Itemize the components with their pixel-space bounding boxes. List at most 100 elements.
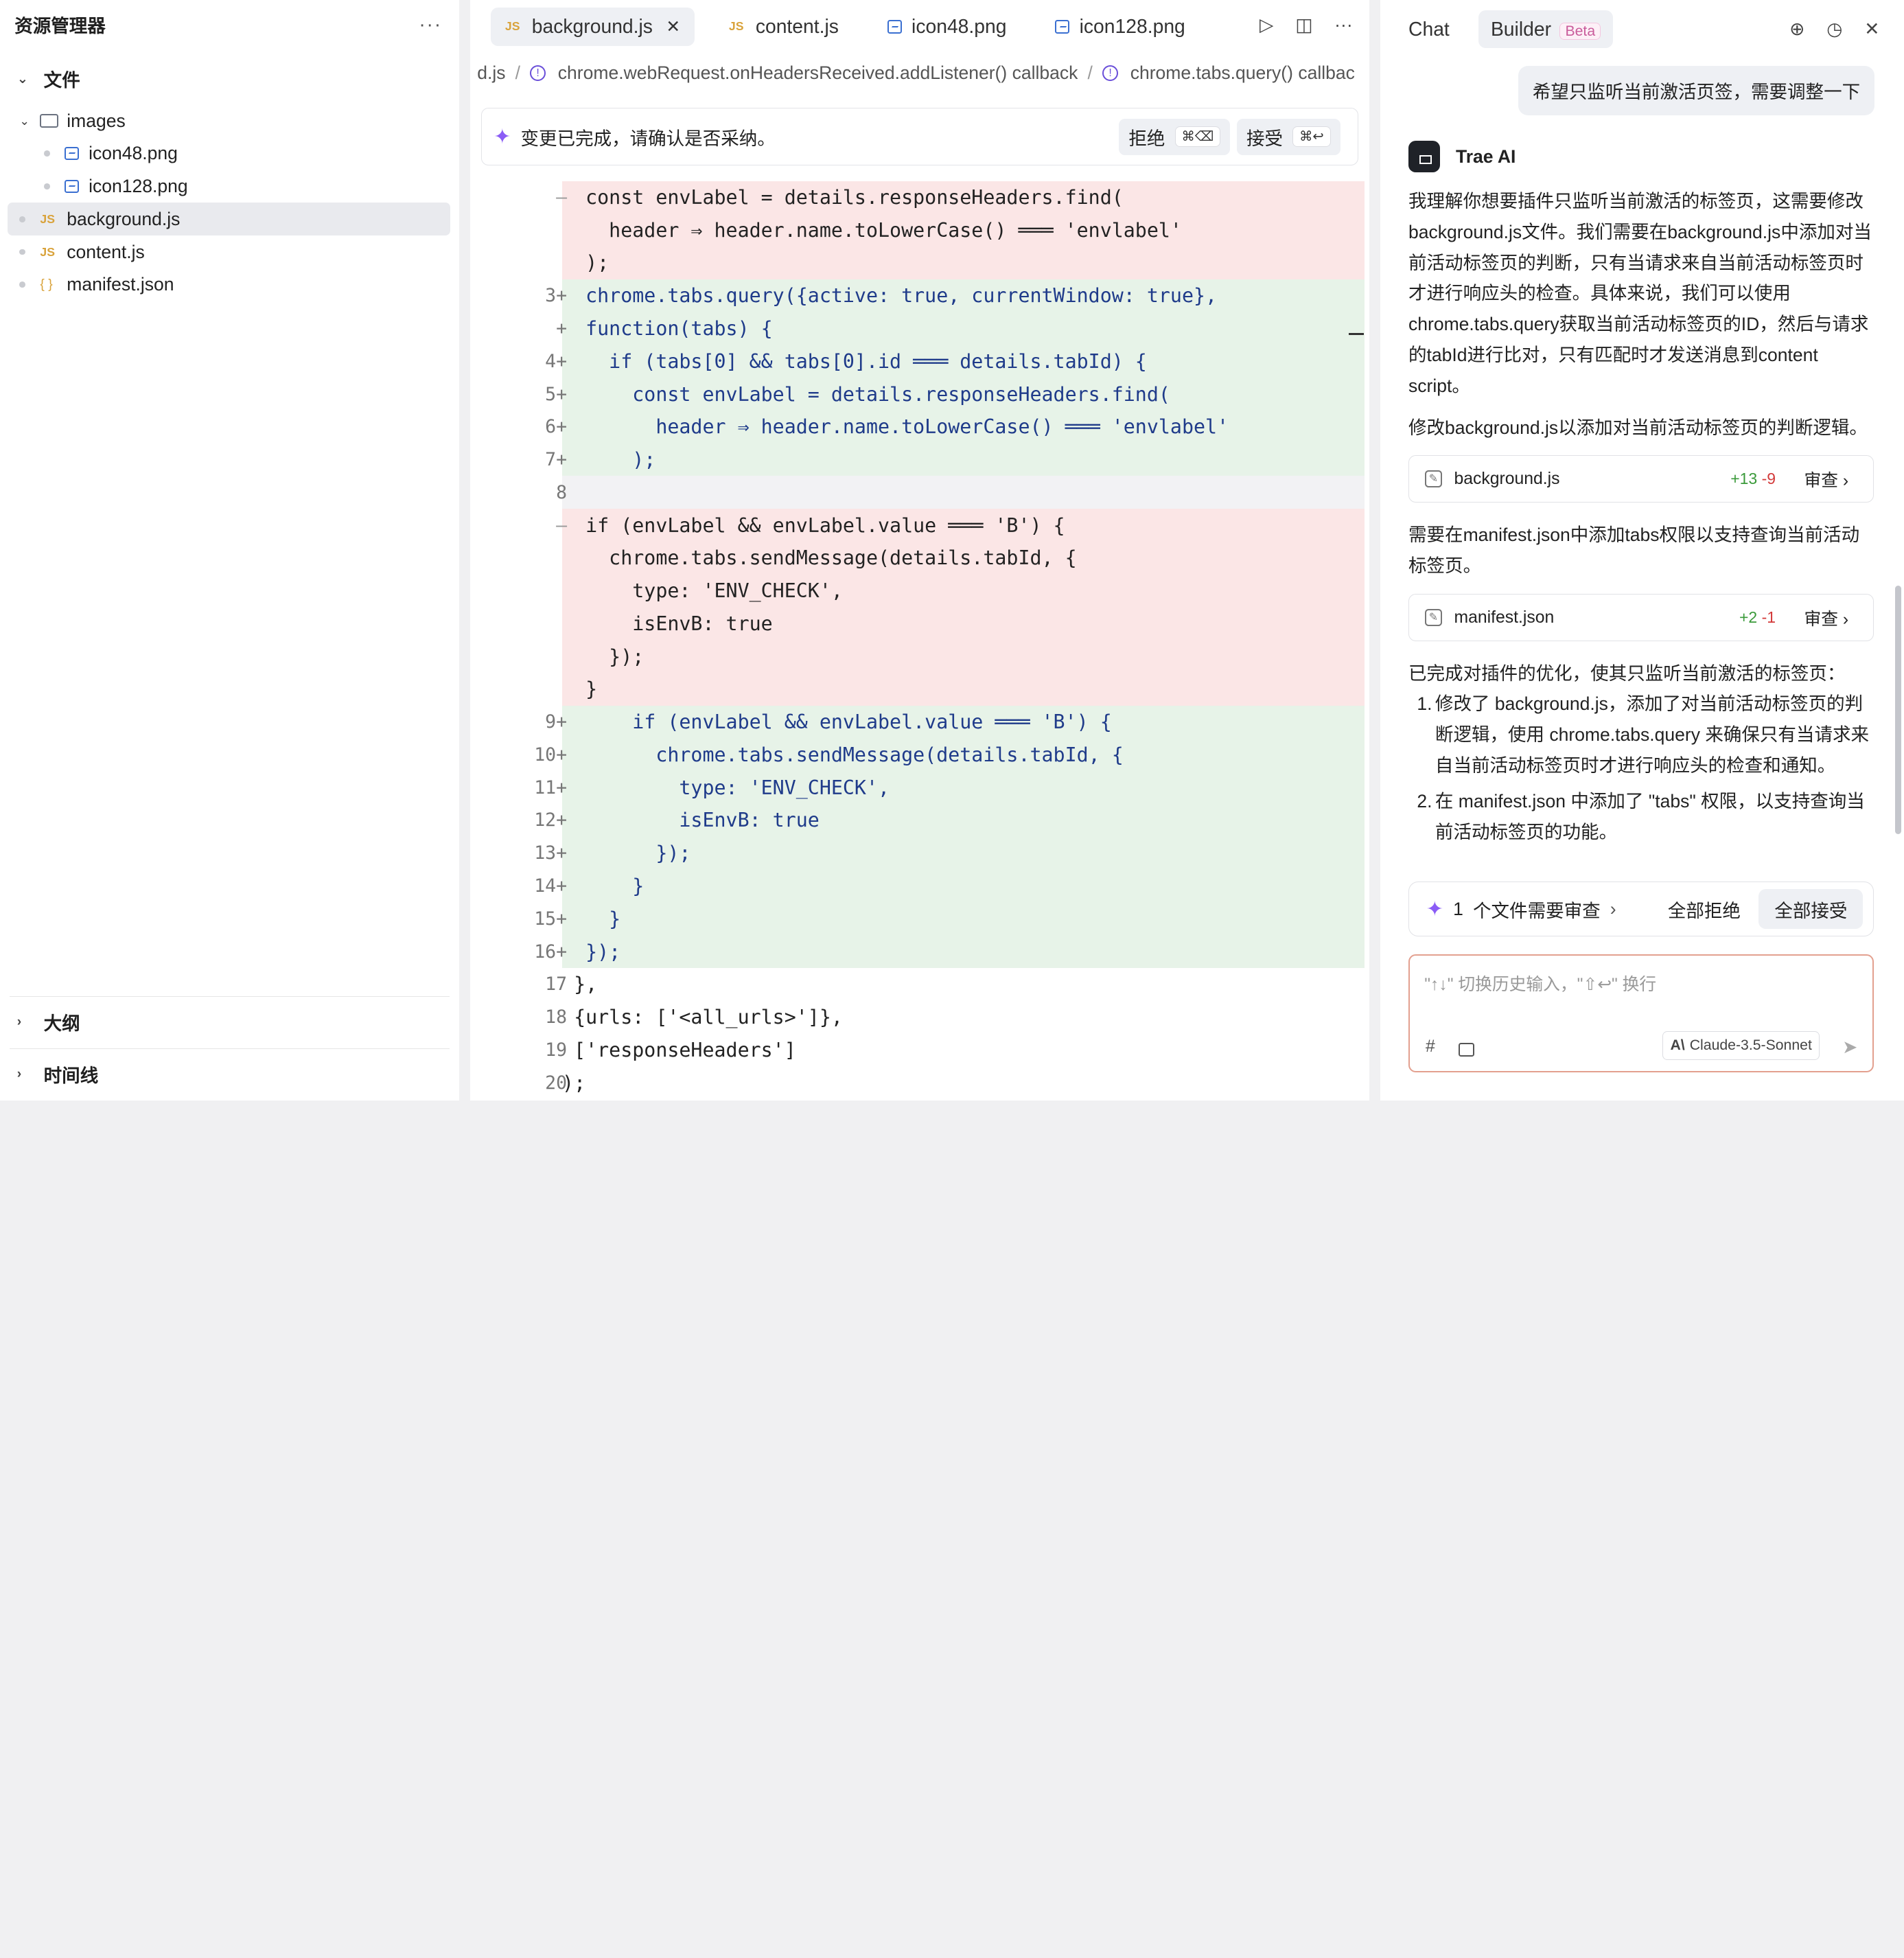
history-icon[interactable]: ◷ xyxy=(1826,19,1842,40)
file-item-icon128[interactable]: icon128.png xyxy=(8,170,451,203)
breadcrumb-item[interactable]: d.js xyxy=(477,62,505,84)
file-item-manifest-json[interactable]: { } manifest.json xyxy=(8,268,451,301)
chat-input[interactable]: "↑↓" 切换历史输入，"⇧↩" 换行 # A\ Claude-3.5-Sonne… xyxy=(1408,954,1874,1072)
code-line[interactable]: 12+ isEnvB: true xyxy=(470,804,1370,837)
line-number: 3+ xyxy=(545,285,568,307)
folder-images[interactable]: ⌄ images xyxy=(8,104,451,137)
breadcrumb-item[interactable]: chrome.webRequest.onHeadersReceived.addL… xyxy=(558,62,1078,84)
code-line[interactable]: header ⇒ header.name.toLowerCase() ═══ '… xyxy=(470,214,1370,247)
edit-icon: ✎ xyxy=(1425,470,1442,488)
code-line[interactable]: + function(tabs) { xyxy=(470,312,1370,345)
code-line[interactable]: 11+ type: 'ENV_CHECK', xyxy=(470,771,1370,805)
code-text: if (envLabel && envLabel.value ═══ 'B') … xyxy=(562,514,1065,537)
timeline-label: 时间线 xyxy=(43,1065,99,1086)
code-line[interactable]: 8 xyxy=(470,476,1370,509)
diff-stat: +13 -9 xyxy=(1730,470,1776,488)
code-line[interactable]: 4+ if (tabs[0] && tabs[0].id ═══ details… xyxy=(470,345,1370,378)
reject-all-button[interactable]: 全部拒绝 xyxy=(1668,896,1741,923)
tab-icon128[interactable]: icon128.png xyxy=(1041,8,1200,47)
code-line[interactable]: 13+ }); xyxy=(470,836,1370,870)
code-line[interactable]: 16+ }); xyxy=(470,935,1370,968)
code-text: const envLabel = details.responseHeaders… xyxy=(562,382,1170,406)
breadcrumb-separator: / xyxy=(515,62,520,83)
code-line[interactable]: ); xyxy=(470,246,1370,279)
code-line[interactable]: type: 'ENV_CHECK', xyxy=(470,574,1370,608)
code-line[interactable]: 5+ const envLabel = details.responseHead… xyxy=(470,378,1370,411)
code-line[interactable]: 10+ chrome.tabs.sendMessage(details.tabI… xyxy=(470,738,1370,772)
review-link[interactable]: 审查 › xyxy=(1804,467,1849,492)
outline-section[interactable]: › 大纲 xyxy=(10,995,450,1047)
file-label: icon128.png xyxy=(89,176,188,197)
tab-builder[interactable]: Builder Beta xyxy=(1478,10,1613,48)
line-number: 7+ xyxy=(545,449,568,471)
code-text: function(tabs) { xyxy=(562,317,773,340)
code-line[interactable]: 20); xyxy=(470,1066,1370,1099)
code-line[interactable]: }); xyxy=(470,640,1370,673)
code-line[interactable]: chrome.tabs.sendMessage(details.tabId, { xyxy=(470,541,1370,575)
code-text: }); xyxy=(562,645,645,668)
line-number: 13+ xyxy=(534,842,568,864)
tab-content-js[interactable]: JS content.js xyxy=(715,8,853,47)
review-text[interactable]: 个文件需要审查 xyxy=(1473,896,1601,923)
new-chat-icon[interactable]: ⊕ xyxy=(1789,19,1804,40)
line-number: 14+ xyxy=(534,875,568,897)
hash-icon[interactable]: # xyxy=(1426,1037,1435,1057)
timeline-section[interactable]: › 时间线 xyxy=(10,1048,450,1099)
file-change-card[interactable]: ✎ background.js +13 -9 审查 › xyxy=(1408,455,1874,503)
code-line[interactable]: 17 }, xyxy=(470,968,1370,1001)
chevron-right-icon: › xyxy=(1610,898,1616,919)
run-icon[interactable]: ▷ xyxy=(1259,14,1273,36)
tab-icon48[interactable]: icon48.png xyxy=(872,8,1021,47)
close-icon[interactable]: ✕ xyxy=(666,16,680,37)
outline-label: 大纲 xyxy=(43,1013,80,1034)
code-text: }); xyxy=(562,940,621,963)
ai-chat-panel: Chat Builder Beta ⊕ ◷ ✕ 希望只监听当前激活页签，需要调整一… xyxy=(1380,0,1904,1101)
code-line[interactable]: 6+ header ⇒ header.name.toLowerCase() ══… xyxy=(470,410,1370,444)
code-line[interactable]: — const envLabel = details.responseHeade… xyxy=(470,181,1370,214)
chat-scrollbar[interactable] xyxy=(1895,585,1902,835)
code-line[interactable]: 19 ['responseHeaders'] xyxy=(470,1033,1370,1066)
reject-button[interactable]: 拒绝 ⌘⌫ xyxy=(1119,118,1231,155)
code-line[interactable]: 18 {urls: ['<all_urls>']}, xyxy=(470,1001,1370,1034)
file-item-background-js[interactable]: JS background.js xyxy=(7,203,451,236)
more-icon[interactable]: ··· xyxy=(1334,14,1353,36)
breadcrumb-item[interactable]: chrome.tabs.query() callbac xyxy=(1130,62,1355,84)
tab-chat[interactable]: Chat xyxy=(1396,10,1461,47)
code-line[interactable]: } xyxy=(470,673,1370,706)
code-text: header ⇒ header.name.toLowerCase() ═══ '… xyxy=(562,415,1229,439)
send-icon[interactable]: ➤ xyxy=(1842,1037,1857,1058)
code-text: chrome.tabs.sendMessage(details.tabId, { xyxy=(562,546,1077,570)
line-number: + xyxy=(556,318,568,339)
file-item-icon48[interactable]: icon48.png xyxy=(8,137,451,170)
ai-paragraph: 已完成对插件的优化，使其只监听当前激活的标签页： xyxy=(1408,663,1846,684)
cursor-line-highlight xyxy=(562,476,1365,509)
line-number: 19 xyxy=(545,1039,568,1061)
shortcut-badge: ⌘⌫ xyxy=(1174,126,1221,147)
code-line[interactable]: — if (envLabel && envLabel.value ═══ 'B'… xyxy=(470,509,1370,542)
line-number: 4+ xyxy=(545,350,568,372)
close-icon[interactable]: ✕ xyxy=(1864,19,1879,40)
files-section-header[interactable]: ⌄ 文件 xyxy=(0,60,459,99)
more-icon[interactable]: ··· xyxy=(419,13,442,36)
accept-button[interactable]: 接受 ⌘↩ xyxy=(1236,118,1340,155)
code-line[interactable]: 7+ ); xyxy=(470,443,1370,476)
split-editor-icon[interactable]: ◫ xyxy=(1295,14,1312,36)
ai-author: Trae AI xyxy=(1408,141,1516,173)
review-link[interactable]: 审查 › xyxy=(1804,606,1849,630)
code-line[interactable]: isEnvB: true xyxy=(470,607,1370,641)
code-line[interactable]: 3+ chrome.tabs.query({active: true, curr… xyxy=(470,279,1370,312)
beta-badge: Beta xyxy=(1559,22,1601,40)
function-symbol-icon: ! xyxy=(530,65,546,81)
accept-all-button[interactable]: 全部接受 xyxy=(1758,888,1864,930)
model-selector[interactable]: A\ Claude-3.5-Sonnet xyxy=(1662,1030,1820,1061)
file-change-card[interactable]: ✎ manifest.json +2 -1 审查 › xyxy=(1408,594,1874,642)
code-line[interactable]: 9+ if (envLabel && envLabel.value ═══ 'B… xyxy=(470,705,1370,739)
image-icon[interactable] xyxy=(1458,1043,1474,1057)
card-file: manifest.json xyxy=(1454,608,1555,627)
tab-background-js[interactable]: JS background.js ✕ xyxy=(490,7,695,47)
code-line[interactable]: 15+ } xyxy=(470,902,1370,936)
line-number: 17 xyxy=(545,974,568,995)
code-area[interactable]: — const envLabel = details.responseHeade… xyxy=(470,181,1370,1101)
file-item-content-js[interactable]: JS content.js xyxy=(8,235,451,268)
code-line[interactable]: 14+ } xyxy=(470,869,1370,903)
